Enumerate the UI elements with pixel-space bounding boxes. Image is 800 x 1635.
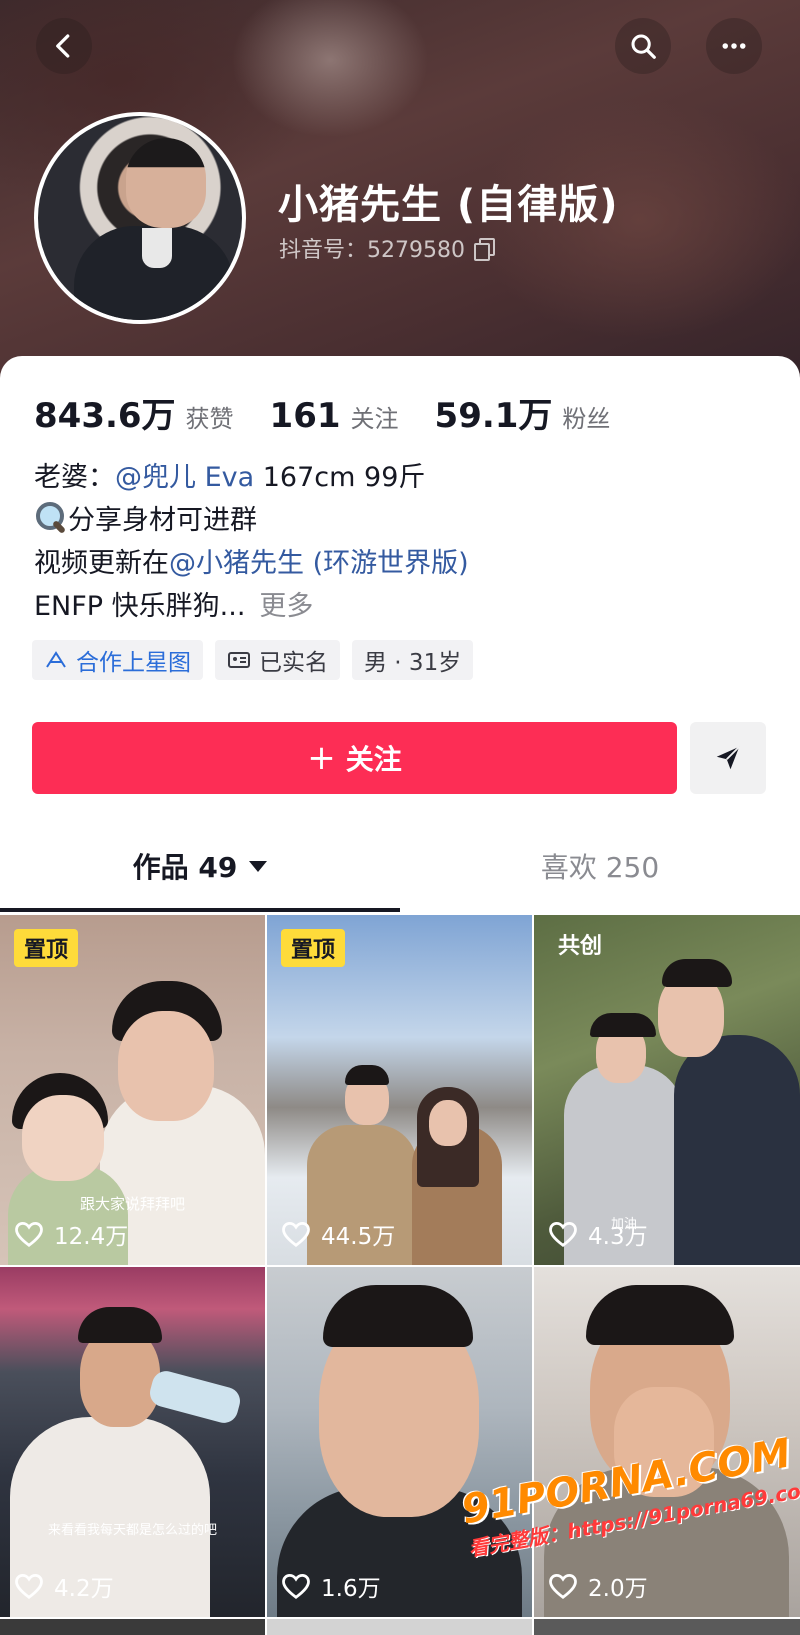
heart-icon [282,1573,310,1599]
mention-link-wife[interactable]: @兜儿 Eva [115,462,254,493]
star-map-icon [46,651,66,668]
video-tile[interactable] [534,1619,800,1635]
bio-text: 视频更新在 [34,548,169,579]
tab-likes[interactable]: 喜欢 250 [400,816,800,916]
caret-down-icon [249,860,268,872]
back-arrow-icon [56,34,70,58]
heart-icon [282,1221,310,1247]
more-options-button[interactable] [706,18,762,74]
tab-works[interactable]: 作品 49 [0,816,400,916]
likes-count: 843.6万 [34,396,176,436]
follow-button[interactable]: + 关注 [32,722,677,794]
pinned-badge: 置顶 [281,929,346,967]
following-count[interactable]: 161 [270,396,341,436]
gender-age-tag: 男 · 31岁 [352,640,474,680]
avatar-head-shape [126,138,206,228]
heart-icon [549,1573,577,1599]
pinned-badge: 置顶 [14,929,79,967]
follow-label: 关注 [345,743,402,776]
bio-line-4: ENFP 快乐胖狗... 更多 [34,585,469,628]
bio-line-2: 分享身材可进群 [34,499,469,542]
video-tile[interactable]: 共创 加油 4.3万 [534,915,800,1265]
active-tab-indicator [0,908,400,912]
co-creation-badge: 共创 [558,934,603,959]
thumbnail-person [118,1011,214,1121]
star-map-tag[interactable]: 合作上星图 [32,640,203,680]
back-button[interactable] [36,18,92,74]
thumbnail-person [345,1065,389,1085]
more-dots-icon [722,43,746,49]
heart-icon [549,1221,577,1247]
plus-icon: + [307,738,336,778]
send-message-button[interactable] [690,722,766,794]
video-caption: 跟大家说拜拜吧 [79,1195,185,1213]
tab-works-label: 作品 49 [132,851,238,884]
video-likes: 1.6万 [281,1569,381,1603]
followers-count[interactable]: 59.1万 [435,388,553,437]
video-tile[interactable]: 来看看我每天都是怎么过的吧 4.2万 [0,1267,265,1617]
heart-icon [15,1573,43,1599]
video-likes-count: 1.6万 [321,1576,381,1602]
verified-label: 已实名 [259,650,328,676]
video-tile[interactable]: 置顶 44.5万 [267,915,532,1265]
video-likes: 12.4万 [14,1217,128,1251]
thumbnail-person [323,1285,473,1347]
id-card-icon [228,652,250,668]
gender-age-label: 男 · 31岁 [364,650,462,676]
bio: 老婆：@兜儿 Eva 167cm 99斤 分享身材可进群 视频更新在@小猪先生 … [34,456,469,628]
search-button[interactable] [615,18,671,74]
tab-likes-label: 喜欢 250 [540,851,660,884]
thumbnail-person [662,959,732,987]
likes-label: 获赞 [185,405,234,433]
thumbnail-person [674,1035,800,1265]
bio-text: 老婆： [34,462,115,493]
avatar-shirt-shape [142,228,172,268]
bio-text: ENFP 快乐胖狗... [34,591,246,622]
magnifying-glass-icon [34,500,68,534]
profile-tabs: 作品 49 喜欢 250 [0,816,800,916]
following-label[interactable]: 关注 [351,399,399,434]
thumbnail-child [22,1095,104,1181]
video-likes-count: 12.4万 [54,1224,129,1250]
heart-icon [15,1221,43,1247]
bio-text: 分享身材可进群 [68,505,257,536]
verified-tag[interactable]: 已实名 [215,640,340,680]
video-likes-count: 4.2万 [54,1576,114,1602]
thumbnail-person [586,1285,734,1345]
video-likes: 44.5万 [281,1217,395,1251]
douyin-id[interactable]: 抖音号：5279580 [279,232,495,264]
video-likes: 2.0万 [548,1569,648,1603]
thumbnail-person [429,1100,467,1146]
video-likes-count: 44.5万 [321,1224,396,1250]
followers-label[interactable]: 粉丝 [562,399,610,434]
video-likes: 4.2万 [14,1569,114,1603]
bio-line-3: 视频更新在@小猪先生 (环游世界版) [34,542,469,585]
send-icon [716,746,740,770]
star-map-label: 合作上星图 [76,650,191,676]
video-tile[interactable]: 1.6万 [267,1267,532,1617]
video-tile[interactable]: 置顶 跟大家说拜拜吧 12.4万 [0,915,265,1265]
profile-tags: 合作上星图 已实名 男 · 31岁 [32,640,474,680]
douyin-id-text: 抖音号：5279580 [279,238,465,263]
video-tile[interactable] [267,1619,532,1635]
mention-link-travel[interactable]: @小猪先生 (环游世界版) [169,548,469,579]
profile-stats: 843.6万 获赞 161 关注 59.1万 粉丝 [34,388,646,437]
profile-name: 小猪先生 (自律版) [278,182,619,228]
avatar[interactable] [34,112,246,324]
search-icon [631,34,656,59]
thumbnail-person [78,1307,162,1343]
video-likes: 4.3万 [548,1217,648,1251]
thumbnail-person [590,1013,656,1037]
video-likes-count: 4.3万 [588,1224,648,1250]
bio-text: 167cm 99斤 [254,462,426,493]
copy-icon[interactable] [473,238,495,261]
bio-line-1: 老婆：@兜儿 Eva 167cm 99斤 [34,456,469,499]
video-tile[interactable] [0,1619,265,1635]
video-caption: 来看看我每天都是怎么过的吧 [47,1523,217,1538]
video-likes-count: 2.0万 [588,1576,648,1602]
profile-card: 843.6万 获赞 161 关注 59.1万 粉丝 老婆：@兜儿 Eva 167… [0,356,800,1635]
bio-more-link[interactable]: 更多 [259,591,313,622]
